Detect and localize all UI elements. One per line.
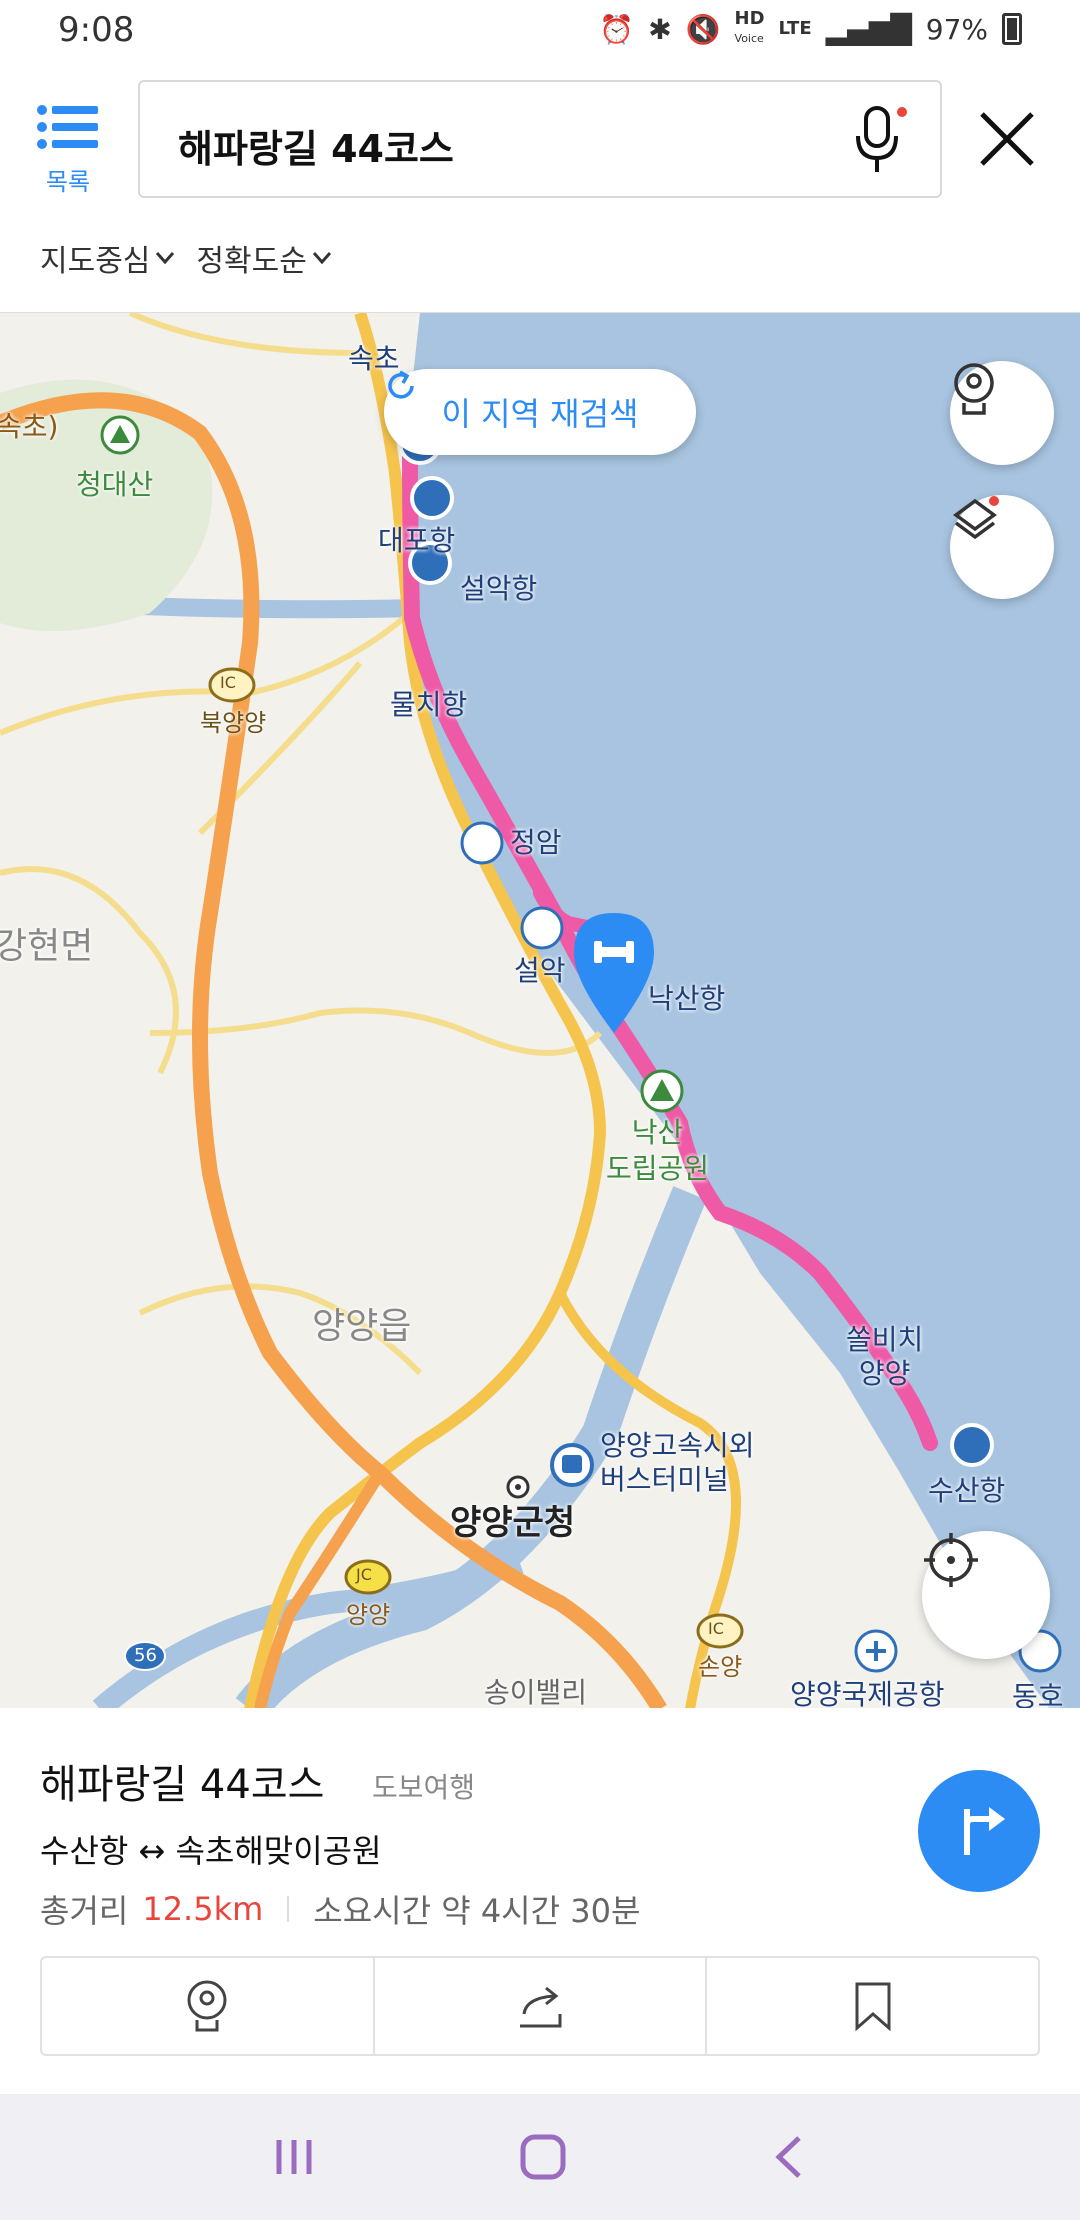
map-label-naksan-port: 낙산항 [648, 982, 726, 1015]
search-input[interactable]: 해파랑길 44코스 [138, 80, 942, 198]
jc-label: JC [356, 1565, 372, 1584]
map-label-bus-terminal: 양양고속시외 버스터미널 [600, 1429, 755, 1496]
map-label-county-office: 양양군청 [450, 1503, 576, 1543]
ic-label: IC [708, 1619, 724, 1638]
crosshair-icon [924, 1533, 978, 1587]
street-view-icon [187, 1980, 227, 2032]
lte-icon: LTE [778, 18, 812, 39]
map-label-naksan-park: 낙산 도립공원 [606, 1116, 710, 1185]
mute-icon: 🔇 [685, 12, 721, 46]
map-label-sokcho-road: 속초) [0, 410, 59, 443]
course-info: 총거리 12.5km 소요시간 약 4시간 30분 [40, 1886, 640, 1932]
ic-label: IC [220, 673, 236, 692]
distance-label: 총거리 [40, 1892, 129, 1930]
map-label-dongho: 동호 [1012, 1680, 1064, 1708]
close-icon[interactable] [976, 108, 1038, 170]
action-row [40, 1956, 1040, 2056]
street-view-icon [954, 363, 994, 415]
search-header: 목록 해파랑길 44코스 지도중심 정확도순 [0, 66, 1080, 312]
filter-accuracy[interactable]: 정확도순 [196, 236, 332, 280]
search-query: 해파랑길 44코스 [178, 127, 454, 171]
recent-apps-icon[interactable] [271, 2134, 317, 2180]
map-label-bukyangyang: 북양양 [200, 709, 267, 737]
home-icon[interactable] [518, 2132, 568, 2182]
bookmark-action[interactable] [707, 1958, 1038, 2054]
list-icon [37, 105, 98, 149]
distance-value: 12.5km [142, 1890, 264, 1928]
current-location-button[interactable] [922, 1531, 1050, 1659]
status-bar: 9:08 ⏰ ✱ 🔇 HD Voice LTE ▂▄▆█ 97% [0, 0, 1080, 66]
layers-icon [953, 496, 999, 540]
map-label-sonyang: 손양 [698, 1653, 743, 1681]
directions-button[interactable] [918, 1770, 1040, 1892]
map-label-ganghyeon: 강현면 [0, 926, 94, 967]
battery-icon [1002, 13, 1022, 45]
layers-button[interactable] [950, 495, 1054, 599]
list-button[interactable]: 목록 [36, 102, 100, 196]
signal-icon: ▂▄▆█ [825, 12, 912, 46]
map-label-yangyang-eup: 양양읍 [312, 1306, 412, 1347]
microphone-icon[interactable] [850, 104, 910, 176]
map-label-yangyang-jc: 양양 [346, 1601, 391, 1629]
list-label: 목록 [45, 168, 91, 196]
street-view-button[interactable] [950, 361, 1054, 465]
bookmark-icon [855, 1982, 891, 2032]
filter-map-center[interactable]: 지도중심 [40, 236, 176, 280]
course-type: 도보여행 [372, 1771, 476, 1804]
hd-voice-icon: HD Voice [734, 8, 765, 46]
map-label-airport: 양양국제공항 [790, 1678, 945, 1708]
rescan-label: 이 지역 재검색 [441, 395, 639, 433]
status-icons: ⏰ ✱ 🔇 HD Voice LTE ▂▄▆█ 97% [599, 10, 1022, 48]
directions-icon [964, 1807, 1005, 1855]
back-icon[interactable] [769, 2134, 809, 2180]
map-label-seorak: 설악 [514, 954, 566, 987]
map-label-songi-valley: 송이밸리 [484, 1676, 588, 1708]
battery-percent: 97% [925, 12, 988, 46]
chevron-down-icon [312, 252, 331, 265]
map-label-cheongdaesan: 청대산 [76, 468, 154, 501]
filter-row: 지도중심 정확도순 [40, 236, 333, 280]
street-view-action[interactable] [42, 1958, 375, 2054]
bluetooth-icon: ✱ [648, 12, 672, 46]
route-56-label: 56 [134, 1645, 157, 1666]
map-label-seorak-port: 설악항 [460, 572, 538, 605]
filter-label: 정확도순 [196, 244, 307, 279]
filter-label: 지도중심 [40, 244, 151, 279]
course-info-sheet[interactable]: 해파랑길 44코스 도보여행 수산항 ↔ 속초해맞이공원 총거리 12.5km … [0, 1708, 1080, 2094]
share-action[interactable] [375, 1958, 708, 2054]
share-icon [520, 1986, 562, 2028]
map-label-daepo-port: 대포항 [378, 524, 456, 557]
refresh-icon [388, 370, 414, 399]
map-label-ssolbichi: 쏠비치 양양 [846, 1323, 924, 1390]
map-view[interactable]: 속초 속초) 청대산 대포항 설악항 물치항 북양양 정암 강현면 설악 낙산항… [0, 312, 1080, 1708]
status-time: 9:08 [58, 10, 135, 50]
course-route: 수산항 ↔ 속초해맞이공원 [40, 1832, 382, 1870]
map-label-jeongam: 정암 [510, 826, 562, 859]
screen: 9:08 ⏰ ✱ 🔇 HD Voice LTE ▂▄▆█ 97% 목록 해파랑길 … [0, 0, 1080, 2220]
system-nav-bar [0, 2094, 1080, 2220]
map-label-susan-port: 수산항 [928, 1474, 1006, 1507]
course-title: 해파랑길 44코스 [40, 1762, 325, 1808]
chevron-down-icon [156, 252, 175, 265]
alarm-icon: ⏰ [599, 12, 635, 46]
map-label-mulchi-port: 물치항 [390, 688, 468, 721]
rescan-area-button[interactable]: 이 지역 재검색 [384, 369, 696, 455]
duration-value: 소요시간 약 4시간 30분 [313, 1892, 641, 1930]
divider [287, 1896, 290, 1922]
